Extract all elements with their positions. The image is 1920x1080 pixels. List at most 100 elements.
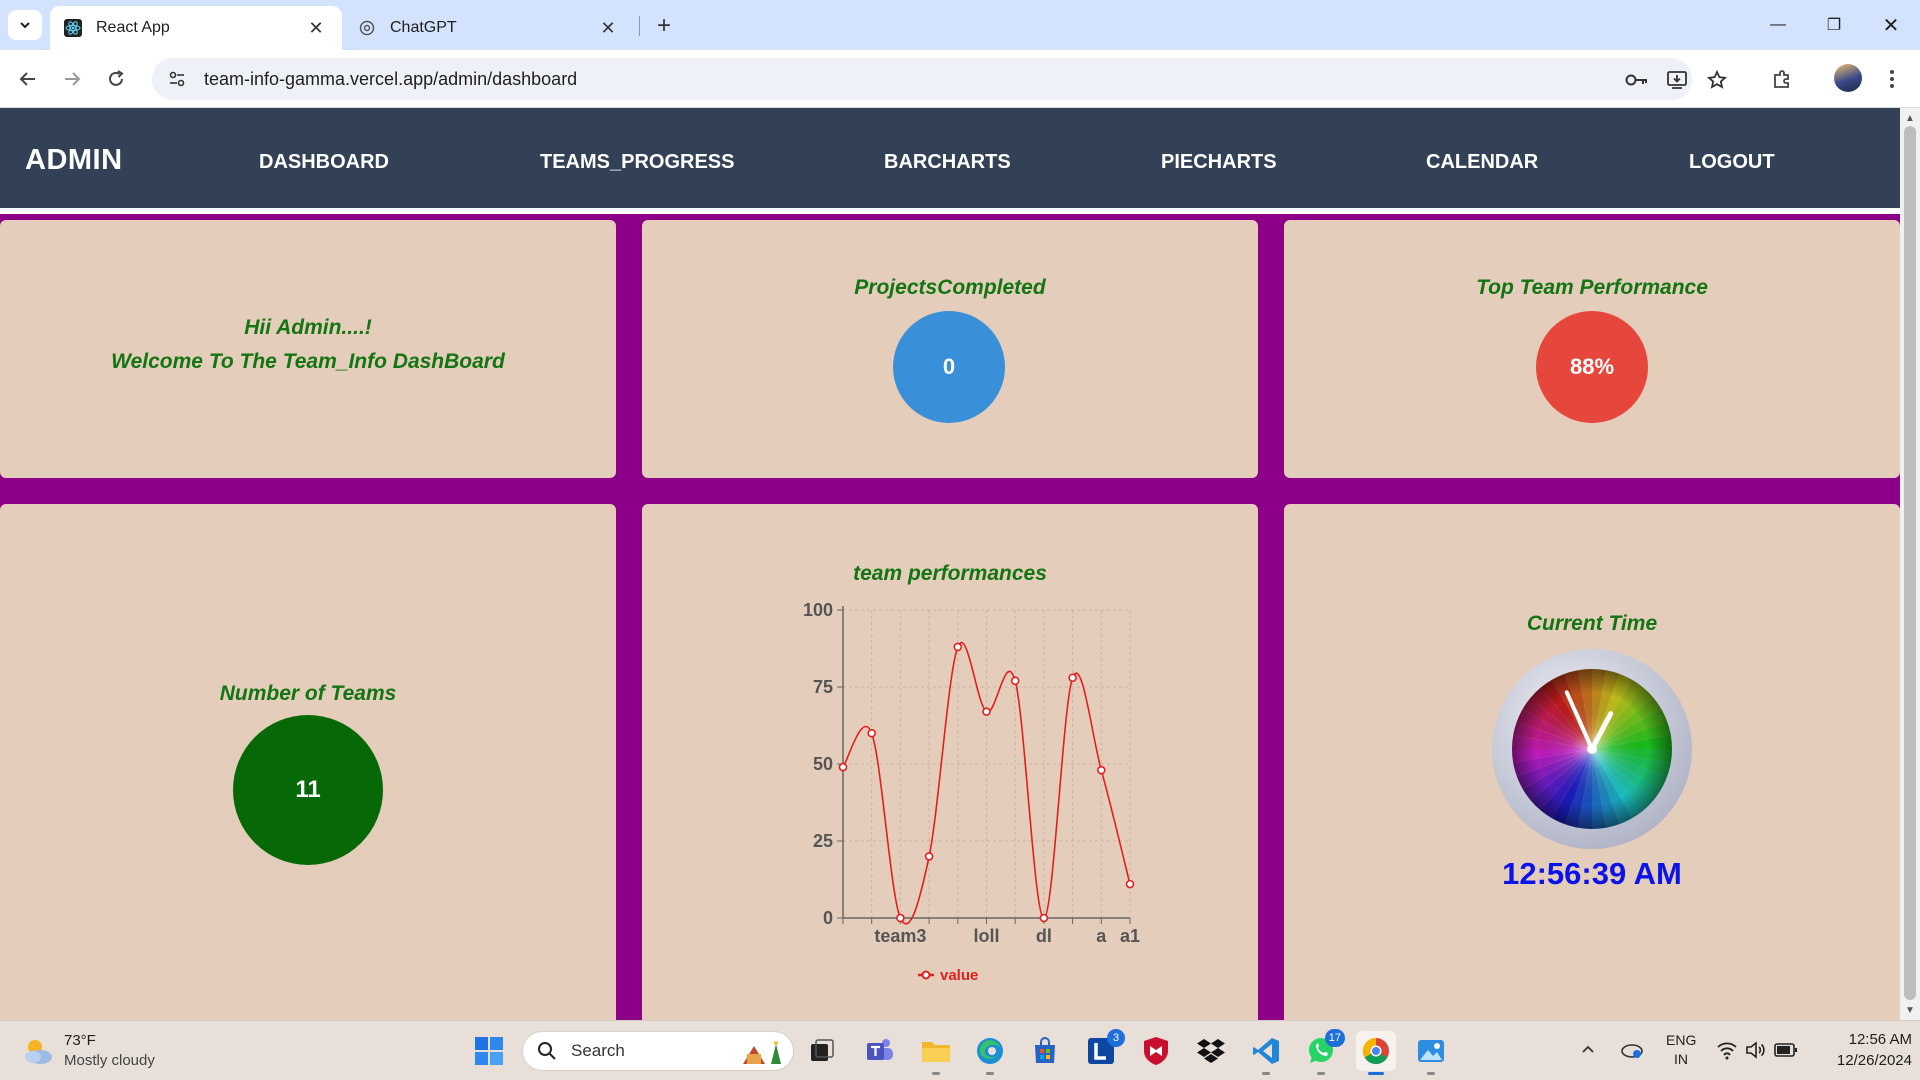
team-performances-card: team performances 0 25 50 75 100 team3 loll dl a… <box>642 504 1258 1020</box>
tab-title: ChatGPT <box>390 19 457 36</box>
reload-icon[interactable] <box>100 63 132 95</box>
password-key-icon[interactable] <box>1624 67 1650 93</box>
tab-react-app[interactable]: React App ✕ <box>50 6 342 50</box>
welcome-card: Hii Admin....! Welcome To The Team_Info … <box>0 220 616 478</box>
edge-browser-icon[interactable] <box>970 1031 1010 1075</box>
data-point <box>1039 913 1049 923</box>
current-time-card: Current Time 12:56:39 AM <box>1284 504 1900 1020</box>
y-tick-label: 25 <box>813 831 833 851</box>
x-tick-label: a <box>1096 926 1107 946</box>
task-view-icon[interactable] <box>802 1031 842 1071</box>
running-indicator <box>986 1072 994 1075</box>
notification-badge: 17 <box>1324 1029 1345 1047</box>
input-language-indicator[interactable]: ENG IN <box>1666 1032 1696 1067</box>
taskbar-date: 12/26/2024 <box>1836 1052 1912 1069</box>
number-of-teams-card: Number of Teams 11 <box>0 504 616 1020</box>
mcafee-shield-icon[interactable] <box>1136 1031 1176 1071</box>
scroll-down-arrow-icon[interactable]: ▼ <box>1900 1002 1920 1018</box>
y-tick-label: 75 <box>813 677 833 697</box>
close-tab-icon[interactable]: ✕ <box>596 16 620 40</box>
data-point <box>1068 673 1077 683</box>
data-point <box>1096 765 1106 775</box>
browser-toolbar: team-info-gamma.vercel.app/admin/dashboa… <box>0 50 1920 108</box>
restore-icon[interactable]: ❐ <box>1814 10 1854 40</box>
outlook-icon[interactable]: 3 <box>1081 1029 1125 1071</box>
weather-description[interactable]: Mostly cloudy <box>64 1052 155 1069</box>
vscode-icon[interactable] <box>1246 1031 1286 1075</box>
current-time-title: Current Time <box>1526 612 1658 635</box>
back-arrow-icon[interactable] <box>12 63 44 95</box>
legend-marker-point <box>921 970 931 980</box>
wifi-icon[interactable] <box>1716 1040 1738 1065</box>
search-highlight-icon <box>741 1038 785 1071</box>
running-indicator <box>1317 1072 1325 1075</box>
team-performances-line-chart: 0 25 50 75 100 team3 loll dl a a1 value <box>803 600 1140 984</box>
scroll-up-arrow-icon[interactable]: ▲ <box>1900 110 1920 126</box>
dashboard-page: ADMIN DASHBOARD TEAMS_PROGRESS BARCHARTS… <box>0 108 1900 1020</box>
taskbar-search-input[interactable]: Search <box>522 1031 794 1071</box>
tab-separator <box>639 16 640 36</box>
tab-title: React App <box>96 19 170 36</box>
nav-calendar[interactable]: CALENDAR <box>1426 151 1538 174</box>
dropbox-icon[interactable] <box>1191 1031 1231 1071</box>
onedrive-cloud-icon[interactable] <box>1620 1039 1644 1063</box>
nav-teams-progress[interactable]: TEAMS_PROGRESS <box>540 151 734 174</box>
brand-logo[interactable]: ADMIN <box>25 144 123 177</box>
bookmark-star-icon[interactable] <box>1704 67 1730 93</box>
notification-badge: 3 <box>1107 1029 1125 1047</box>
whatsapp-icon[interactable]: 17 <box>1301 1029 1345 1075</box>
show-hidden-icons-chevron-up-icon[interactable] <box>1580 1041 1600 1061</box>
page-scrollbar[interactable]: ▲ ▼ <box>1900 108 1920 1020</box>
nav-piecharts[interactable]: PIECHARTS <box>1161 151 1277 174</box>
install-app-icon[interactable] <box>1664 67 1690 93</box>
more-menu-icon[interactable] <box>1876 63 1908 95</box>
language-code: ENG <box>1666 1032 1697 1048</box>
y-tick-label: 100 <box>803 600 833 620</box>
data-point <box>838 762 848 772</box>
welcome-line-1: Hii Admin....! <box>244 316 372 339</box>
site-settings-icon[interactable] <box>166 68 188 90</box>
windows-start-icon[interactable] <box>469 1031 509 1071</box>
top-team-performance-value: 88% <box>1536 311 1648 423</box>
teams-icon[interactable] <box>860 1031 900 1071</box>
browser-tab-strip: React App ✕ ChatGPT ✕ + — ❐ ✕ <box>0 0 1920 50</box>
minimize-icon[interactable]: — <box>1758 10 1798 40</box>
y-tick-label: 0 <box>823 908 833 928</box>
microsoft-store-icon[interactable] <box>1025 1031 1065 1071</box>
running-indicator <box>1262 1072 1270 1075</box>
weather-cloud-icon[interactable] <box>20 1033 56 1069</box>
chevron-down-icon <box>20 22 30 29</box>
chatgpt-logo-icon <box>358 19 376 37</box>
volume-icon[interactable] <box>1745 1040 1767 1065</box>
data-point <box>953 642 963 652</box>
data-point <box>924 852 934 861</box>
data-point <box>1010 676 1020 686</box>
new-tab-button[interactable]: + <box>650 12 678 40</box>
scroll-thumb[interactable] <box>1904 126 1916 1000</box>
battery-icon[interactable] <box>1774 1042 1798 1063</box>
address-bar[interactable]: team-info-gamma.vercel.app/admin/dashboa… <box>152 58 1727 100</box>
weather-temp[interactable]: 73°F <box>64 1032 96 1049</box>
profile-avatar[interactable] <box>1834 64 1862 92</box>
close-window-icon[interactable]: ✕ <box>1871 10 1911 40</box>
region-code: IN <box>1674 1051 1688 1067</box>
nav-barcharts[interactable]: BARCHARTS <box>884 151 1011 174</box>
photos-icon[interactable] <box>1411 1031 1451 1075</box>
clock-center-pin <box>1587 744 1597 754</box>
tab-chatgpt[interactable]: ChatGPT ✕ <box>344 6 634 50</box>
nav-dashboard[interactable]: DASHBOARD <box>259 151 389 174</box>
forward-arrow-icon[interactable] <box>56 63 88 95</box>
chrome-icon[interactable] <box>1356 1031 1396 1075</box>
file-explorer-icon[interactable] <box>916 1031 956 1075</box>
react-logo-icon <box>64 19 82 37</box>
projects-completed-count: 0 <box>893 311 1005 423</box>
top-team-performance-title: Top Team Performance <box>1476 276 1708 299</box>
close-tab-icon[interactable]: ✕ <box>304 16 328 40</box>
y-tick-label: 50 <box>813 754 833 774</box>
nav-logout[interactable]: LOGOUT <box>1689 151 1775 174</box>
taskbar-clock[interactable]: 12:56 AM 12/26/2024 <box>1812 1031 1912 1069</box>
data-point <box>1125 879 1135 889</box>
tab-search-button[interactable] <box>8 10 42 40</box>
extensions-puzzle-icon[interactable] <box>1766 63 1798 95</box>
search-icon <box>538 1042 556 1060</box>
